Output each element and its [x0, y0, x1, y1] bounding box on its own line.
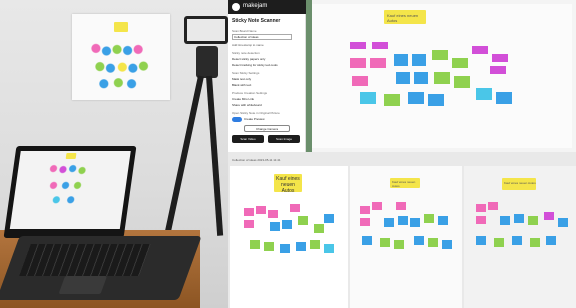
logo-icon: [232, 3, 240, 11]
scan-video-button[interactable]: Scan Video: [232, 135, 264, 143]
export-label: Produce Creation Settings: [232, 91, 268, 95]
color-option-2[interactable]: Blank with text: [232, 83, 251, 87]
export-option-2[interactable]: Share with whiteboard: [232, 103, 262, 107]
detection-option-1[interactable]: Detect sticky papers only: [232, 57, 265, 61]
detection-label: Sticky note detection: [232, 51, 260, 55]
preview-toggle[interactable]: [232, 117, 242, 122]
result-title-note: Kauf eines neuen Autos: [390, 178, 420, 188]
color-label: Scan Sticky Settings: [232, 71, 260, 75]
preview-label: Open Sticky Note in Original Picture: [232, 111, 280, 115]
whiteboard-top: Kauf eines neuen Autos: [308, 0, 576, 152]
result-panel-1: Kauf eines neuen Autos: [230, 166, 348, 308]
composite-photo: makejam Sticky Note Scanner Scan Board N…: [0, 0, 576, 308]
app-title: Sticky Note Scanner: [232, 18, 281, 24]
scan-image-button[interactable]: Scan Image: [268, 135, 300, 143]
poster-notes-grid: [88, 38, 154, 90]
preview-toggle-label: Create Preview: [244, 117, 265, 121]
phone-on-tripod: [184, 16, 228, 44]
detection-option-2[interactable]: Detect tracking for sticky text-tools: [232, 63, 278, 67]
scanner-app: makejam Sticky Note Scanner Scan Board N…: [228, 0, 306, 152]
change-camera-button[interactable]: Change Camera: [244, 125, 290, 132]
note-cluster: [350, 36, 520, 110]
result-title-note: Kauf eines neuen Autos: [274, 174, 302, 194]
laptop-screen: [3, 146, 137, 238]
add-timestamp-checkbox[interactable]: Add timestamp to name: [232, 43, 264, 47]
board-name-input[interactable]: Collection of ideas: [232, 34, 292, 40]
laptop-keyboard: [0, 236, 202, 300]
scan-caption: Collection of ideas 2023-05-11 11:41: [232, 158, 281, 162]
export-option-1[interactable]: Create Miro Link: [232, 97, 254, 101]
app-header: makejam: [228, 0, 306, 14]
result-panel-3: Kauf eines neuen Autos: [464, 166, 576, 308]
board-title-note: Kauf eines neuen Autos: [384, 10, 426, 24]
result-panel-2: Kauf eines neuen Autos: [350, 166, 462, 308]
poster-title-note: [114, 22, 128, 32]
color-option-1[interactable]: Mask text only: [232, 77, 251, 81]
brand-name: makejam: [243, 3, 268, 9]
board-name-label: Scan Board Name: [232, 29, 257, 33]
scan-results: Collection of ideas 2023-05-11 11:41 Kau…: [228, 152, 576, 308]
result-title-note: Kauf eines neuen Autos: [502, 178, 536, 190]
tripod-head: [196, 46, 218, 78]
